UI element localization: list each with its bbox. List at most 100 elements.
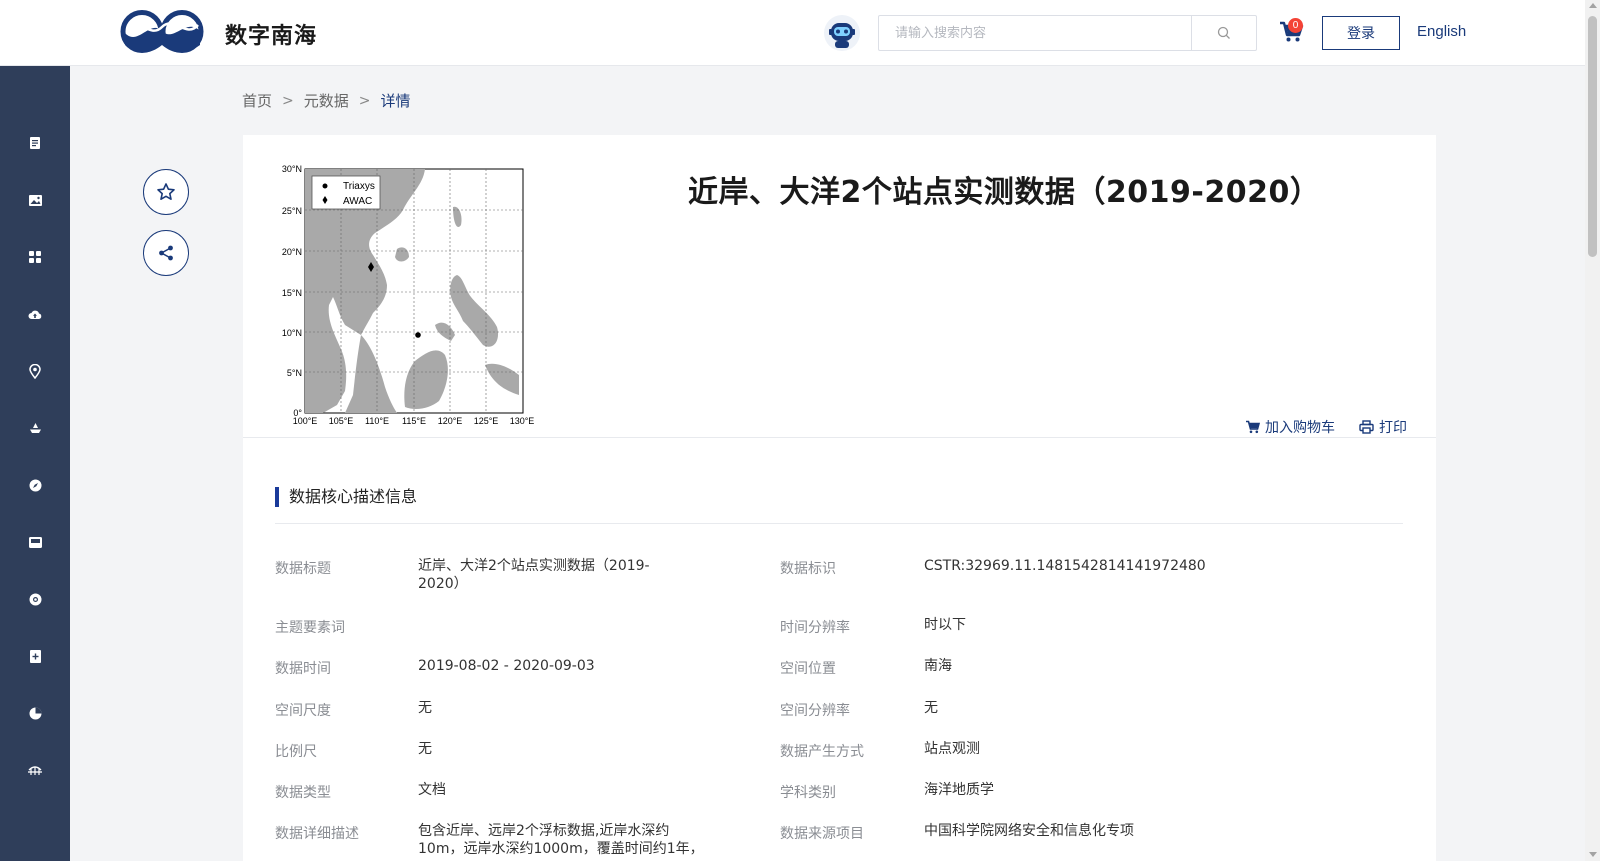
left-sidebar <box>0 66 70 861</box>
bridge-icon <box>28 765 42 775</box>
print-label: 打印 <box>1379 420 1407 436</box>
field-value-data-type: 文档 <box>418 782 446 798</box>
search-input[interactable] <box>879 16 1191 50</box>
cart-count-badge: 0 <box>1288 18 1303 33</box>
sidebar-item-ship[interactable] <box>0 408 70 448</box>
cloud-upload-icon <box>28 310 42 319</box>
lat-tick: 15°N <box>282 288 302 298</box>
add-to-cart-button[interactable]: 加入购物车 <box>1245 417 1335 437</box>
field-label-data-type: 数据类型 <box>275 785 331 801</box>
field-value-spatial-resolution: 无 <box>924 700 938 716</box>
lat-tick: 10°N <box>282 328 302 338</box>
printer-icon <box>1359 420 1374 434</box>
compass-icon <box>29 479 41 491</box>
lat-tick: 20°N <box>282 247 302 257</box>
divider <box>275 523 1403 524</box>
field-label-spatial-resolution: 空间分辨率 <box>780 703 850 719</box>
field-value-generation-method: 站点观测 <box>924 741 980 757</box>
field-value-title: 近岸、大洋2个站点实测数据（2019- <box>418 558 650 574</box>
favorite-button[interactable] <box>143 169 189 215</box>
station-triaxys-marker <box>415 332 421 338</box>
inbox-icon <box>28 536 42 548</box>
sidebar-item-bridge[interactable] <box>0 750 70 790</box>
field-value-description: 包含近岸、远岸2个浮标数据,近岸水深约 <box>418 823 670 839</box>
share-button[interactable] <box>143 230 189 276</box>
sidebar-item-add-file[interactable] <box>0 636 70 676</box>
breadcrumb-home[interactable]: 首页 <box>242 90 272 111</box>
share-icon <box>159 245 173 261</box>
login-button[interactable]: 登录 <box>1322 16 1400 50</box>
field-value-description-line2: 10m，远岸水深约1000m，覆盖时间约1年， <box>418 841 704 857</box>
legend-awac: AWAC <box>343 196 372 207</box>
breadcrumb: 首页 > 元数据 > 详情 <box>242 90 411 111</box>
field-label-time: 数据时间 <box>275 661 331 677</box>
field-label-scale: 比例尺 <box>275 744 317 760</box>
sidebar-item-inbox[interactable] <box>0 522 70 562</box>
dataset-actions: 加入购物车 打印 <box>243 417 1436 437</box>
detail-card: Triaxys AWAC 30°N 25°N 20°N 15°N 10°N 5°… <box>243 135 1436 861</box>
search-button[interactable] <box>1191 16 1256 50</box>
print-button[interactable]: 打印 <box>1359 417 1407 437</box>
field-value-title-line2: 2020） <box>418 576 468 592</box>
field-label-description: 数据详细描述 <box>275 826 359 842</box>
sidebar-item-upload[interactable] <box>0 294 70 334</box>
robot-assistant-icon[interactable] <box>822 13 862 53</box>
lifebuoy-icon <box>29 593 41 605</box>
scroll-thumb[interactable] <box>1588 16 1597 257</box>
field-value-identifier: CSTR:32969.11.1481542814141972480 <box>924 558 1206 574</box>
add-to-cart-label: 加入购物车 <box>1265 420 1335 436</box>
legend-triaxys: Triaxys <box>343 181 375 192</box>
sidebar-item-grid[interactable] <box>0 237 70 277</box>
lat-tick: 25°N <box>282 206 302 216</box>
sidebar-item-image[interactable] <box>0 180 70 220</box>
search-icon <box>1217 26 1230 39</box>
breadcrumb-metadata[interactable]: 元数据 <box>304 90 349 111</box>
section-title-core-info: 数据核心描述信息 <box>275 487 417 507</box>
field-value-discipline: 海洋地质学 <box>924 782 994 798</box>
field-value-time-resolution: 时以下 <box>924 617 966 633</box>
divider <box>243 437 1436 438</box>
ship-icon <box>29 423 41 433</box>
document-icon <box>30 137 40 149</box>
field-label-time-resolution: 时间分辨率 <box>780 620 850 636</box>
search-box <box>878 15 1257 51</box>
scroll-up-arrow-icon[interactable] <box>1589 3 1597 8</box>
field-label-discipline: 学科类别 <box>780 785 836 801</box>
top-header: 数字南海 0 登录 English <box>0 0 1585 66</box>
image-icon <box>28 194 42 206</box>
field-value-spatial-scale: 无 <box>418 700 432 716</box>
scroll-down-arrow-icon[interactable] <box>1589 852 1597 857</box>
chevron-right-icon: > <box>358 92 371 109</box>
add-file-icon <box>29 649 41 663</box>
site-logo[interactable] <box>120 9 205 54</box>
cart-icon <box>1246 420 1260 434</box>
language-switch-link[interactable]: English <box>1417 23 1466 40</box>
field-value-source-project: 中国科学院网络安全和信息化专项 <box>924 823 1134 839</box>
field-label-keywords: 主题要素词 <box>275 620 345 636</box>
star-icon <box>157 183 175 200</box>
field-label-spatial-scale: 空间尺度 <box>275 703 331 719</box>
sidebar-item-location[interactable] <box>0 351 70 391</box>
location-icon <box>29 363 41 379</box>
field-value-scale: 无 <box>418 741 432 757</box>
lat-tick: 30°N <box>282 165 302 174</box>
field-label-generation-method: 数据产生方式 <box>780 744 864 760</box>
chevron-right-icon: > <box>282 92 294 109</box>
field-label-title: 数据标题 <box>275 561 331 577</box>
lat-tick: 5°N <box>287 368 302 378</box>
field-value-time: 2019-08-02 - 2020-09-03 <box>418 658 595 674</box>
field-label-identifier: 数据标识 <box>780 561 836 577</box>
field-value-location: 南海 <box>924 658 952 674</box>
field-label-source-project: 数据来源项目 <box>780 826 864 842</box>
dataset-title: 近岸、大洋2个站点实测数据（2019-2020） <box>688 175 1321 210</box>
page-scrollbar[interactable] <box>1585 0 1600 861</box>
sidebar-item-lifebuoy[interactable] <box>0 579 70 619</box>
site-name[interactable]: 数字南海 <box>225 18 317 50</box>
breadcrumb-current: 详情 <box>380 92 411 110</box>
sidebar-item-document[interactable] <box>0 123 70 163</box>
grid-icon <box>29 251 41 263</box>
field-label-location: 空间位置 <box>780 661 836 677</box>
dataset-thumbnail-map[interactable]: Triaxys AWAC 30°N 25°N 20°N 15°N 10°N 5°… <box>275 165 545 435</box>
sidebar-item-statistics[interactable] <box>0 693 70 733</box>
sidebar-item-compass[interactable] <box>0 465 70 505</box>
